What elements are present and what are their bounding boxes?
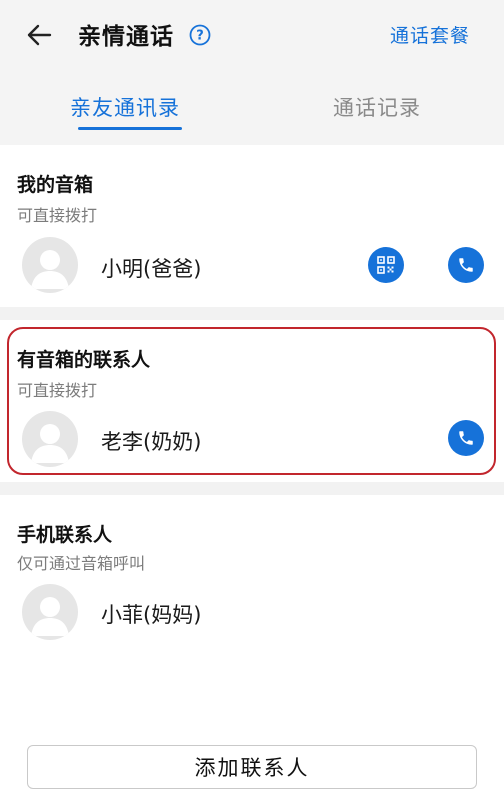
avatar bbox=[22, 237, 78, 293]
add-contact-button[interactable]: 添加联系人 bbox=[27, 745, 477, 789]
phone-icon bbox=[459, 258, 473, 272]
svg-text:?: ? bbox=[196, 29, 204, 44]
qr-code-icon bbox=[377, 256, 395, 274]
default-avatar-icon bbox=[31, 250, 69, 289]
tab-contacts[interactable]: 亲友通讯录 bbox=[70, 92, 180, 122]
page-title: 亲情通话 bbox=[78, 24, 174, 50]
section-divider bbox=[0, 482, 504, 495]
section-subtitle: 仅可通过音箱呼叫 bbox=[17, 554, 146, 573]
qr-code-button[interactable] bbox=[368, 247, 404, 283]
section-title: 我的音箱 bbox=[17, 174, 94, 196]
arrow-left-icon bbox=[27, 24, 52, 46]
tab-call-records[interactable]: 通话记录 bbox=[333, 92, 421, 122]
call-plan-link[interactable]: 通话套餐 bbox=[390, 21, 470, 48]
avatar bbox=[22, 584, 78, 640]
app-header: 亲情通话 ? 通话套餐 亲友通讯录 通话记录 bbox=[0, 0, 504, 145]
contact-name[interactable]: 小菲(妈妈) bbox=[101, 599, 201, 629]
active-tab-indicator bbox=[78, 127, 182, 130]
default-avatar-icon bbox=[31, 597, 69, 636]
back-button[interactable] bbox=[22, 20, 56, 50]
section-title: 手机联系人 bbox=[17, 524, 113, 546]
call-button[interactable] bbox=[448, 247, 484, 283]
section-divider bbox=[0, 307, 504, 320]
my-speaker-section: 我的音箱 可直接拨打 小明(爸爸) bbox=[0, 145, 504, 307]
section-subtitle: 可直接拨打 bbox=[17, 206, 98, 225]
highlight-outline bbox=[7, 327, 496, 475]
question-circle-icon[interactable]: ? bbox=[189, 24, 211, 46]
contact-name[interactable]: 小明(爸爸) bbox=[101, 253, 201, 283]
